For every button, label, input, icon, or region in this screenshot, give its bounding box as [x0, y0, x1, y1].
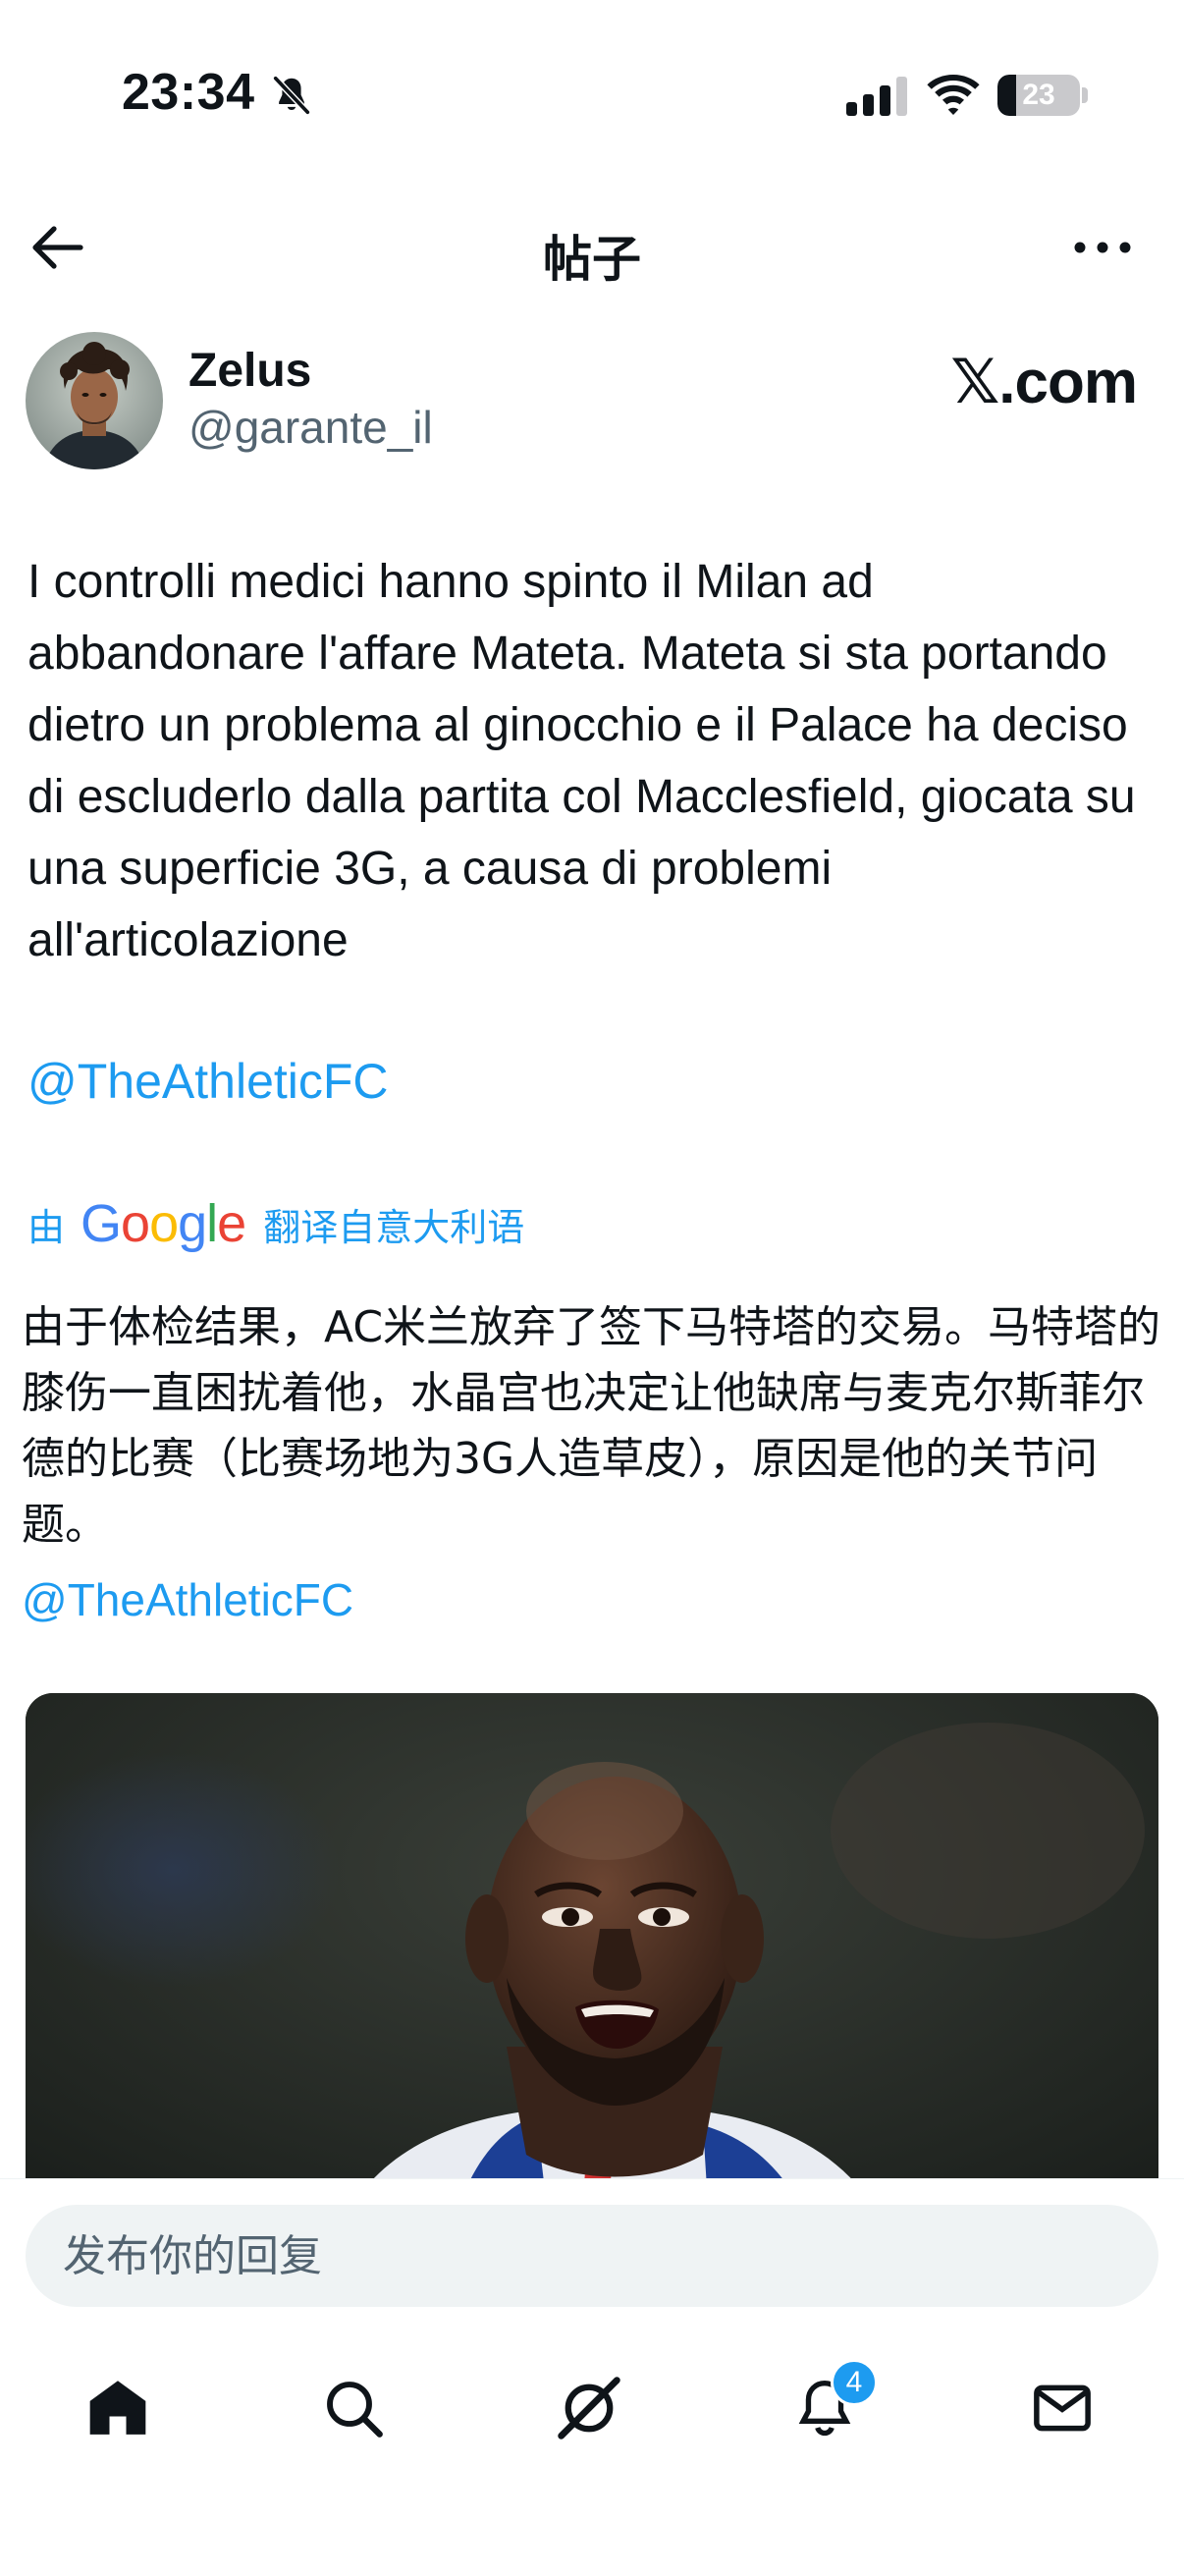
tab-notifications[interactable]: 4 [783, 2359, 878, 2449]
wifi-icon [927, 75, 980, 115]
battery-level: 23 [1022, 79, 1055, 111]
more-horizontal-icon [1074, 242, 1131, 253]
search-icon [327, 2382, 383, 2438]
tab-grok[interactable] [548, 2367, 630, 2449]
mention-link[interactable]: @TheAthleticFC [27, 1053, 389, 1110]
page-title: 帖子 [543, 231, 641, 288]
battery-cap [1082, 87, 1088, 103]
post-author: Zelus @garante_il 𝕏.com [0, 330, 1184, 477]
battery-icon: 23 [997, 75, 1080, 116]
translation-attribution[interactable]: 由 Google 翻译自意大利语 [27, 1190, 524, 1257]
more-button[interactable] [1068, 226, 1137, 269]
signal-icon [846, 77, 907, 116]
tab-home[interactable] [77, 2367, 159, 2449]
tab-search[interactable] [312, 2367, 395, 2449]
grok-icon [558, 2377, 620, 2439]
header: 帖子 [0, 196, 1184, 299]
bell-muted-icon [273, 76, 310, 115]
status-bar: 23:34 23 [0, 0, 1184, 196]
translated-mention-link[interactable]: @TheAthleticFC [22, 1573, 353, 1626]
translated-by-label: 由 [27, 1205, 66, 1249]
tab-messages[interactable] [1021, 2367, 1103, 2449]
home-icon [89, 2381, 146, 2435]
reply-input[interactable] [26, 2205, 1158, 2307]
mail-icon [1034, 2384, 1091, 2432]
avatar[interactable] [26, 332, 163, 469]
post-text: I controlli medici hanno spinto il Milan… [27, 556, 1136, 966]
avatar-image [26, 332, 163, 469]
author-name[interactable]: Zelus [188, 344, 311, 398]
x-com-label: 𝕏.com [950, 349, 1138, 416]
google-logo: Google [81, 1194, 246, 1253]
status-time: 23:34 [122, 64, 255, 121]
translated-from-label: 翻译自意大利语 [263, 1205, 525, 1249]
translated-text: 由于体检结果，AC米兰放弃了签下马特塔的交易。马特塔的膝伤一直困扰着他，水晶宫也… [22, 1302, 1161, 1550]
notification-badge: 4 [831, 2359, 878, 2406]
bottom-tab-bar: 4 [0, 2328, 1184, 2475]
author-handle[interactable]: @garante_il [188, 401, 433, 454]
